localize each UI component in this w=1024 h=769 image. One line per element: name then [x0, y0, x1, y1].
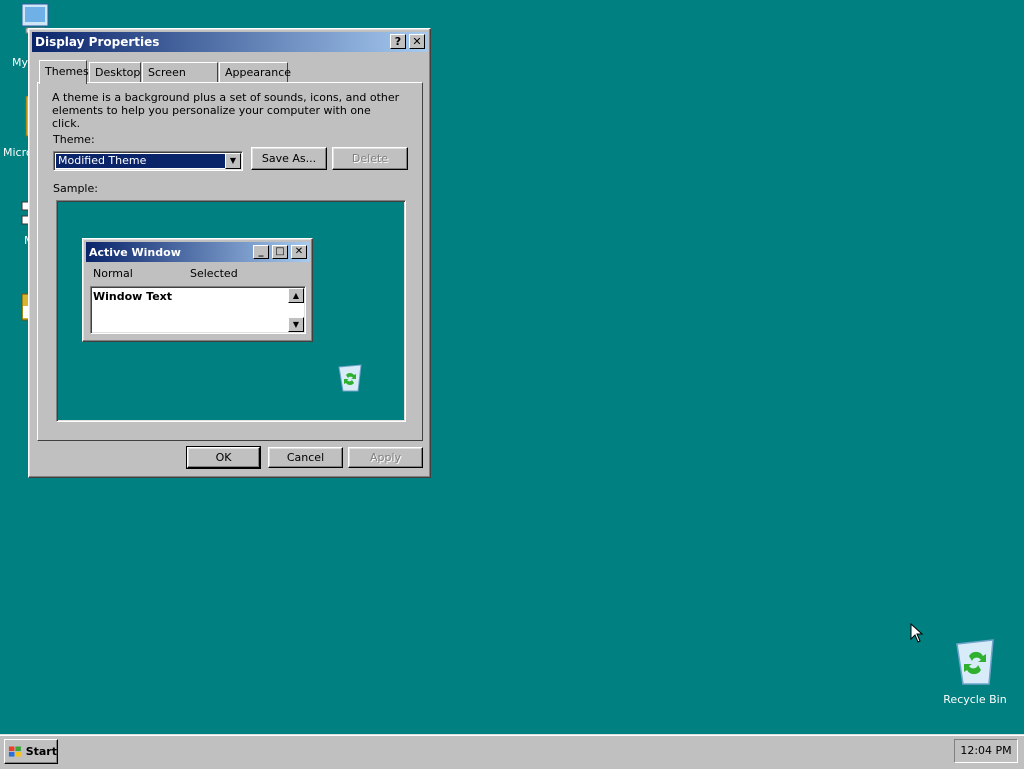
sample-label: Sample: — [53, 182, 98, 195]
sample-active-window: Active Window _ □ ✕ Normal Selected Wind… — [82, 238, 313, 342]
theme-label: Theme: — [53, 133, 95, 146]
ok-button[interactable]: OK — [186, 446, 261, 469]
tab-appearance[interactable]: Appearance — [219, 62, 291, 83]
sample-window-title: Active Window — [89, 246, 181, 259]
cancel-button[interactable]: Cancel — [268, 447, 343, 468]
sample-window-titlebar: Active Window _ □ ✕ — [86, 242, 309, 262]
theme-sample-preview: Active Window _ □ ✕ Normal Selected Wind… — [56, 200, 406, 422]
mouse-cursor-icon — [910, 623, 924, 643]
windows-logo-icon — [8, 745, 21, 757]
maximize-icon: □ — [272, 245, 288, 259]
help-button[interactable]: ? — [390, 34, 406, 49]
save-as-button[interactable]: Save As... — [251, 147, 327, 170]
minimize-icon: _ — [253, 245, 269, 259]
recycle-bin-desktop-icon[interactable]: Recycle Bin — [942, 636, 1008, 706]
start-button[interactable]: Start — [4, 739, 58, 764]
dialog-titlebar[interactable]: Display Properties ? ✕ — [32, 32, 427, 52]
sample-menu-normal: Normal — [93, 267, 133, 280]
desktop-icon-label: My — [12, 56, 29, 69]
sample-menu-selected: Selected — [190, 267, 238, 280]
apply-button[interactable]: Apply — [348, 447, 423, 468]
theme-description: A theme is a background plus a set of so… — [52, 91, 400, 130]
scroll-down-icon: ▼ — [288, 317, 304, 332]
theme-select-value: Modified Theme — [56, 154, 228, 168]
taskbar: Start 12:04 PM — [0, 734, 1024, 769]
sample-window-text-area: Window Text ▲ ▼ — [90, 286, 306, 334]
tab-desktop[interactable]: Desktop — [89, 62, 141, 83]
system-tray-clock[interactable]: 12:04 PM — [954, 739, 1018, 763]
recycle-bin-icon — [338, 364, 362, 392]
dialog-title: Display Properties — [35, 35, 160, 49]
close-button[interactable]: ✕ — [409, 34, 425, 49]
start-label: Start — [25, 745, 57, 758]
recycle-bin-icon — [956, 639, 994, 685]
delete-button[interactable]: Delete — [332, 147, 408, 170]
scroll-up-icon: ▲ — [288, 288, 304, 303]
chevron-down-icon[interactable]: ▼ — [225, 153, 241, 169]
theme-select[interactable]: Modified Theme ▼ — [53, 151, 243, 171]
tab-screen-saver[interactable]: Screen Saver — [142, 62, 218, 99]
display-properties-dialog: Display Properties ? ✕ Themes Desktop Sc… — [28, 28, 431, 478]
desktop-icon-label: Recycle Bin — [943, 693, 1007, 706]
close-icon: ✕ — [291, 245, 307, 259]
tab-themes[interactable]: Themes — [39, 60, 89, 84]
sample-window-text: Window Text — [93, 290, 173, 303]
